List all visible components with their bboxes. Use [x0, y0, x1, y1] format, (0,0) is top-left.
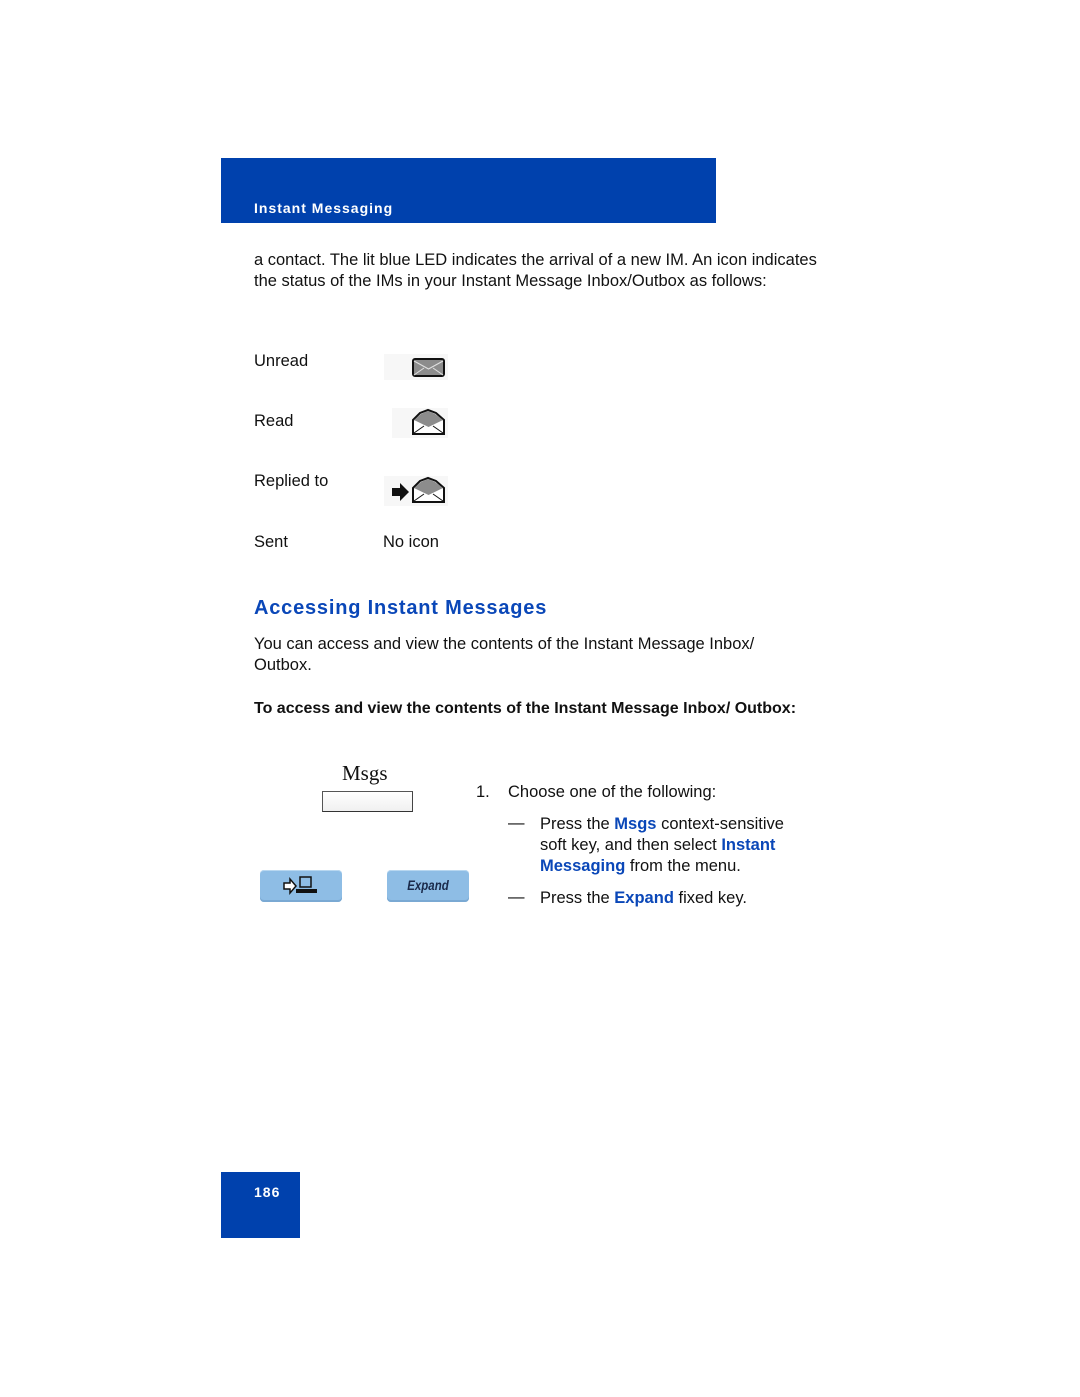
- option-text-part: fixed key.: [673, 889, 747, 907]
- page-number-box: 186: [221, 1172, 300, 1238]
- no-icon-text: No icon: [383, 533, 439, 551]
- option-1-text: Press the Msgs context-sensitive soft ke…: [540, 814, 815, 877]
- option-2-text: Press the Expand fixed key.: [540, 888, 815, 909]
- intro-paragraph: a contact. The lit blue LED indicates th…: [254, 251, 817, 290]
- section-paragraph: You can access and view the contents of …: [254, 635, 755, 674]
- reply-arrow-open-envelope-icon: [384, 476, 448, 511]
- option-dash: —: [508, 814, 525, 832]
- expand-key-illustration: Expand: [387, 870, 469, 902]
- procedure-heading: To access and view the contents of the I…: [254, 700, 797, 717]
- option-text-part: Press the: [540, 815, 615, 833]
- msgs-softkey-illustration: [322, 791, 413, 812]
- closed-envelope-icon: [384, 354, 448, 385]
- step-number: 1.: [476, 783, 490, 801]
- page-number: 186: [254, 1184, 281, 1200]
- status-label: Sent: [254, 533, 288, 551]
- expand-key-reference: Expand: [614, 889, 674, 907]
- option-dash: —: [508, 888, 525, 906]
- status-label: Read: [254, 412, 294, 430]
- msgs-key-reference: Msgs: [614, 815, 657, 833]
- option-text-part: from the menu.: [625, 857, 741, 875]
- option-text-part: Press the: [540, 889, 615, 907]
- open-envelope-icon: [384, 408, 448, 443]
- softkey-label: Msgs: [342, 761, 388, 785]
- step-text: Choose one of the following:: [508, 783, 717, 801]
- section-header-band: Instant Messaging: [221, 158, 716, 223]
- im-key-illustration: [260, 870, 342, 902]
- expand-key-label: Expand: [407, 877, 449, 893]
- status-label: Unread: [254, 352, 309, 370]
- status-label: Replied to: [254, 472, 329, 490]
- section-title: Instant Messaging: [254, 200, 394, 216]
- section-heading: Accessing Instant Messages: [254, 597, 548, 619]
- arrow-to-computer-icon: [283, 876, 317, 896]
